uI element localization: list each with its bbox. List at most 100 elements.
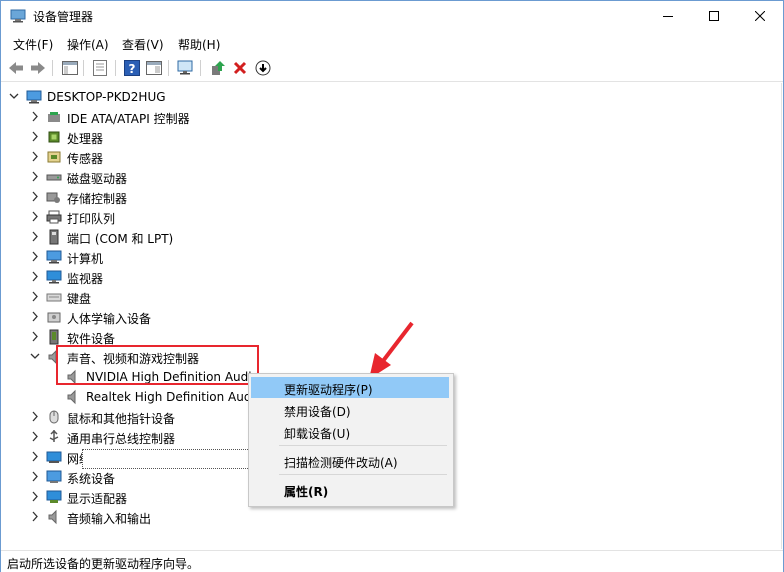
- menu-file[interactable]: 文件(F): [13, 36, 53, 53]
- menu-separator: [279, 445, 447, 446]
- menu-help[interactable]: 帮助(H): [178, 36, 220, 53]
- scan-hardware-button[interactable]: [177, 59, 195, 77]
- category-label: 鼠标和其他指针设备: [67, 412, 176, 426]
- chevron-right-icon[interactable]: [30, 407, 40, 427]
- chevron-right-icon[interactable]: [30, 447, 40, 467]
- menu-disable-device[interactable]: 禁用设备(D): [251, 399, 449, 420]
- tree-category-port[interactable]: 端口 (COM 和 LPT): [2, 227, 302, 247]
- selected-device-highlight: [82, 449, 252, 469]
- disable-device-button[interactable]: [254, 59, 272, 77]
- tree-category-software-device[interactable]: 软件设备: [2, 327, 302, 347]
- forward-icon: [31, 62, 45, 74]
- status-text: 启动所选设备的更新驱动程序向导。: [7, 557, 200, 571]
- menu-update-driver[interactable]: 更新驱动程序(P): [251, 377, 449, 398]
- mouse-icon: [49, 410, 59, 424]
- menu-item-label: 扫描检测硬件改动(A): [284, 456, 398, 470]
- chevron-right-icon[interactable]: [30, 507, 40, 527]
- category-label: 处理器: [67, 132, 104, 146]
- speaker-icon: [67, 389, 76, 405]
- tree-category-hid[interactable]: 人体学输入设备: [2, 307, 302, 327]
- show-hide-console-tree-button[interactable]: [61, 59, 79, 77]
- port-icon: [49, 229, 59, 245]
- update-driver-icon: [212, 61, 225, 75]
- back-button[interactable]: [7, 59, 25, 77]
- chevron-right-icon[interactable]: [30, 267, 40, 287]
- close-icon: [755, 11, 765, 21]
- device-manager-window: 设备管理器 文件(F) 操作(A) 查看(V) 帮助(H) ? DESKTOP-…: [0, 0, 784, 572]
- context-menu: 更新驱动程序(P) 禁用设备(D) 卸载设备(U) 扫描检测硬件改动(A) 属性…: [248, 373, 454, 507]
- update-driver-button[interactable]: [209, 59, 227, 77]
- ide-controller-icon: [48, 112, 60, 122]
- tree-category-printer[interactable]: 打印队列: [2, 207, 302, 227]
- maximize-icon: [709, 11, 719, 21]
- help-button[interactable]: ?: [123, 59, 141, 77]
- help-icon: ?: [124, 60, 140, 76]
- menu-item-label: 更新驱动程序(P): [284, 383, 373, 397]
- computer-icon: [46, 250, 62, 264]
- disable-device-icon: [255, 60, 271, 76]
- menu-view[interactable]: 查看(V): [122, 36, 164, 53]
- tree-category-audio-io[interactable]: 音频输入和输出: [2, 507, 302, 527]
- title-bar[interactable]: 设备管理器: [1, 1, 783, 31]
- category-label: 系统设备: [67, 472, 116, 486]
- window-title: 设备管理器: [33, 10, 94, 24]
- chevron-right-icon[interactable]: [30, 427, 40, 447]
- forward-button[interactable]: [29, 59, 47, 77]
- maximize-button[interactable]: [691, 1, 737, 31]
- tree-category-processor[interactable]: 处理器: [2, 127, 302, 147]
- tree-category-storage-controller[interactable]: 存储控制器: [2, 187, 302, 207]
- monitor-scan-icon: [177, 60, 193, 75]
- hid-icon: [47, 312, 61, 323]
- chevron-right-icon[interactable]: [30, 207, 40, 227]
- device-label: Realtek High Definition Audi: [86, 390, 255, 404]
- chevron-right-icon[interactable]: [30, 247, 40, 267]
- minimize-button[interactable]: [645, 1, 691, 31]
- chevron-right-icon[interactable]: [30, 287, 40, 307]
- tree-category-disk-drive[interactable]: 磁盘驱动器: [2, 167, 302, 187]
- chevron-down-icon[interactable]: [30, 347, 40, 367]
- chevron-right-icon[interactable]: [30, 127, 40, 147]
- network-adapter-icon: [46, 451, 62, 463]
- tree-category-monitor[interactable]: 监视器: [2, 267, 302, 287]
- menu-bar: 文件(F) 操作(A) 查看(V) 帮助(H): [1, 32, 783, 54]
- chevron-right-icon[interactable]: [30, 167, 40, 187]
- properties-icon: [93, 60, 107, 76]
- properties-button[interactable]: [91, 59, 109, 77]
- chevron-down-icon[interactable]: [9, 87, 19, 107]
- chevron-right-icon[interactable]: [30, 147, 40, 167]
- menu-scan-hardware[interactable]: 扫描检测硬件改动(A): [251, 450, 449, 471]
- category-label: IDE ATA/ATAPI 控制器: [67, 112, 190, 126]
- chevron-right-icon[interactable]: [30, 187, 40, 207]
- svg-text:?: ?: [129, 62, 136, 76]
- chevron-right-icon[interactable]: [30, 307, 40, 327]
- menu-uninstall-device[interactable]: 卸载设备(U): [251, 421, 449, 442]
- root-computer-name: DESKTOP-PKD2HUG: [47, 90, 166, 104]
- category-label: 键盘: [67, 292, 92, 306]
- tree-category-keyboard[interactable]: 键盘: [2, 287, 302, 307]
- tree-category-computer[interactable]: 计算机: [2, 247, 302, 267]
- software-device-icon: [49, 329, 59, 345]
- pane-border: [781, 83, 782, 549]
- category-label: 传感器: [67, 152, 104, 166]
- chevron-right-icon[interactable]: [30, 227, 40, 247]
- view-pane-button[interactable]: [145, 59, 163, 77]
- chevron-right-icon[interactable]: [30, 467, 40, 487]
- uninstall-button[interactable]: [231, 59, 249, 77]
- tree-root[interactable]: DESKTOP-PKD2HUG: [2, 87, 302, 107]
- device-realtek-audio[interactable]: Realtek High Definition Audi: [2, 387, 262, 407]
- chevron-right-icon[interactable]: [30, 487, 40, 507]
- annotation-highlight-box: [56, 345, 259, 385]
- chevron-right-icon[interactable]: [30, 327, 40, 347]
- category-label: 打印队列: [67, 212, 116, 226]
- category-label: 显示适配器: [67, 492, 128, 506]
- chevron-right-icon[interactable]: [30, 107, 40, 127]
- tree-category-sensor[interactable]: 传感器: [2, 147, 302, 167]
- usb-icon: [49, 429, 59, 442]
- show-hide-console-tree-icon: [62, 61, 78, 75]
- menu-properties[interactable]: 属性(R): [251, 479, 449, 500]
- tree-category-ide-controller[interactable]: IDE ATA/ATAPI 控制器: [2, 107, 302, 127]
- menu-action[interactable]: 操作(A): [67, 36, 109, 53]
- close-button[interactable]: [737, 1, 783, 31]
- category-label: 人体学输入设备: [67, 312, 152, 326]
- category-label: 音频输入和输出: [67, 512, 152, 526]
